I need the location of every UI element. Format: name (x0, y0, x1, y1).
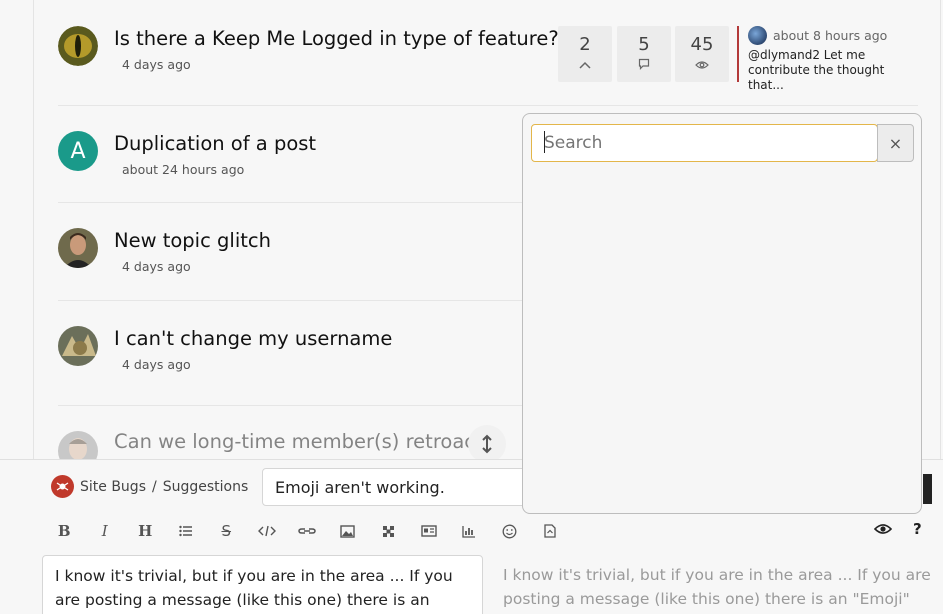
avatar[interactable]: A (58, 131, 98, 171)
preview-toggle-icon[interactable] (873, 520, 893, 540)
topic-time: 4 days ago (122, 57, 191, 72)
avatar[interactable] (58, 326, 98, 366)
link-icon[interactable] (287, 518, 328, 544)
avatar[interactable] (748, 26, 767, 45)
replies-stat[interactable]: 5 (617, 26, 671, 82)
italic-icon[interactable]: I (85, 518, 126, 544)
comment-icon (617, 55, 671, 70)
content-border-left (33, 0, 34, 460)
editor-toolbar: B I H S (44, 518, 571, 544)
content-border-right (940, 0, 941, 460)
topic-time: 4 days ago (122, 357, 191, 372)
avatar[interactable] (58, 228, 98, 268)
card-icon[interactable] (409, 518, 450, 544)
grid-icon[interactable] (368, 518, 409, 544)
title-input[interactable]: Emoji aren't working. (262, 468, 524, 506)
composer-resize-handle[interactable] (468, 425, 506, 463)
emoji-search-input[interactable] (531, 124, 878, 162)
last-post-summary[interactable]: about 8 hours ago @dlymand2 Let me contr… (737, 26, 917, 92)
app-root: Is there a Keep Me Logged in type of fea… (0, 0, 943, 614)
topic-title[interactable]: New topic glitch (114, 229, 271, 252)
editor-textarea[interactable]: I know it's trivial, but if you are in t… (42, 555, 483, 614)
topic-title-text: Can we long-time member(s) retroactiv (114, 430, 500, 453)
list-icon[interactable] (166, 518, 207, 544)
topic-title[interactable]: Duplication of a post (114, 132, 316, 155)
emoji-picker: × (522, 113, 922, 514)
views-stat[interactable]: 45 (675, 26, 729, 82)
replies-count: 5 (638, 34, 650, 55)
bold-icon[interactable]: B (44, 518, 85, 544)
tags-button[interactable] (923, 474, 932, 504)
avatar-letter: A (70, 138, 86, 164)
text-cursor (544, 131, 545, 153)
votes-stat[interactable]: 2 (558, 26, 612, 82)
topic-time: about 24 hours ago (122, 162, 245, 177)
strikethrough-icon[interactable]: S (206, 518, 247, 544)
chevron-up-icon (558, 55, 612, 69)
category-child: Suggestions (162, 478, 249, 495)
upload-icon[interactable] (530, 518, 571, 544)
heading-icon[interactable]: H (125, 518, 166, 544)
topic-time: 4 days ago (122, 259, 191, 274)
avatar[interactable] (58, 26, 98, 66)
emoji-clear-button[interactable]: × (877, 124, 914, 162)
last-post-time[interactable]: about 8 hours ago (773, 28, 887, 43)
votes-count: 2 (579, 34, 591, 55)
help-button[interactable]: ? (913, 520, 922, 538)
category-selector[interactable]: Site Bugs / Suggestions (51, 475, 248, 498)
last-post-excerpt[interactable]: @dlymand2 Let me contribute the thought … (748, 48, 917, 93)
category-separator: / (152, 478, 157, 495)
bug-icon (51, 475, 74, 498)
editor-preview: I know it's trivial, but if you are in t… (503, 566, 931, 608)
image-icon[interactable] (328, 518, 369, 544)
chart-icon[interactable] (449, 518, 490, 544)
category-parent: Site Bugs (80, 478, 146, 495)
code-icon[interactable] (247, 518, 288, 544)
topic-title[interactable]: I can't change my username (114, 327, 392, 350)
eye-icon (675, 55, 729, 69)
views-count: 45 (690, 34, 714, 55)
topic-title[interactable]: Is there a Keep Me Logged in type of fea… (114, 27, 559, 50)
emoji-icon[interactable] (490, 518, 531, 544)
